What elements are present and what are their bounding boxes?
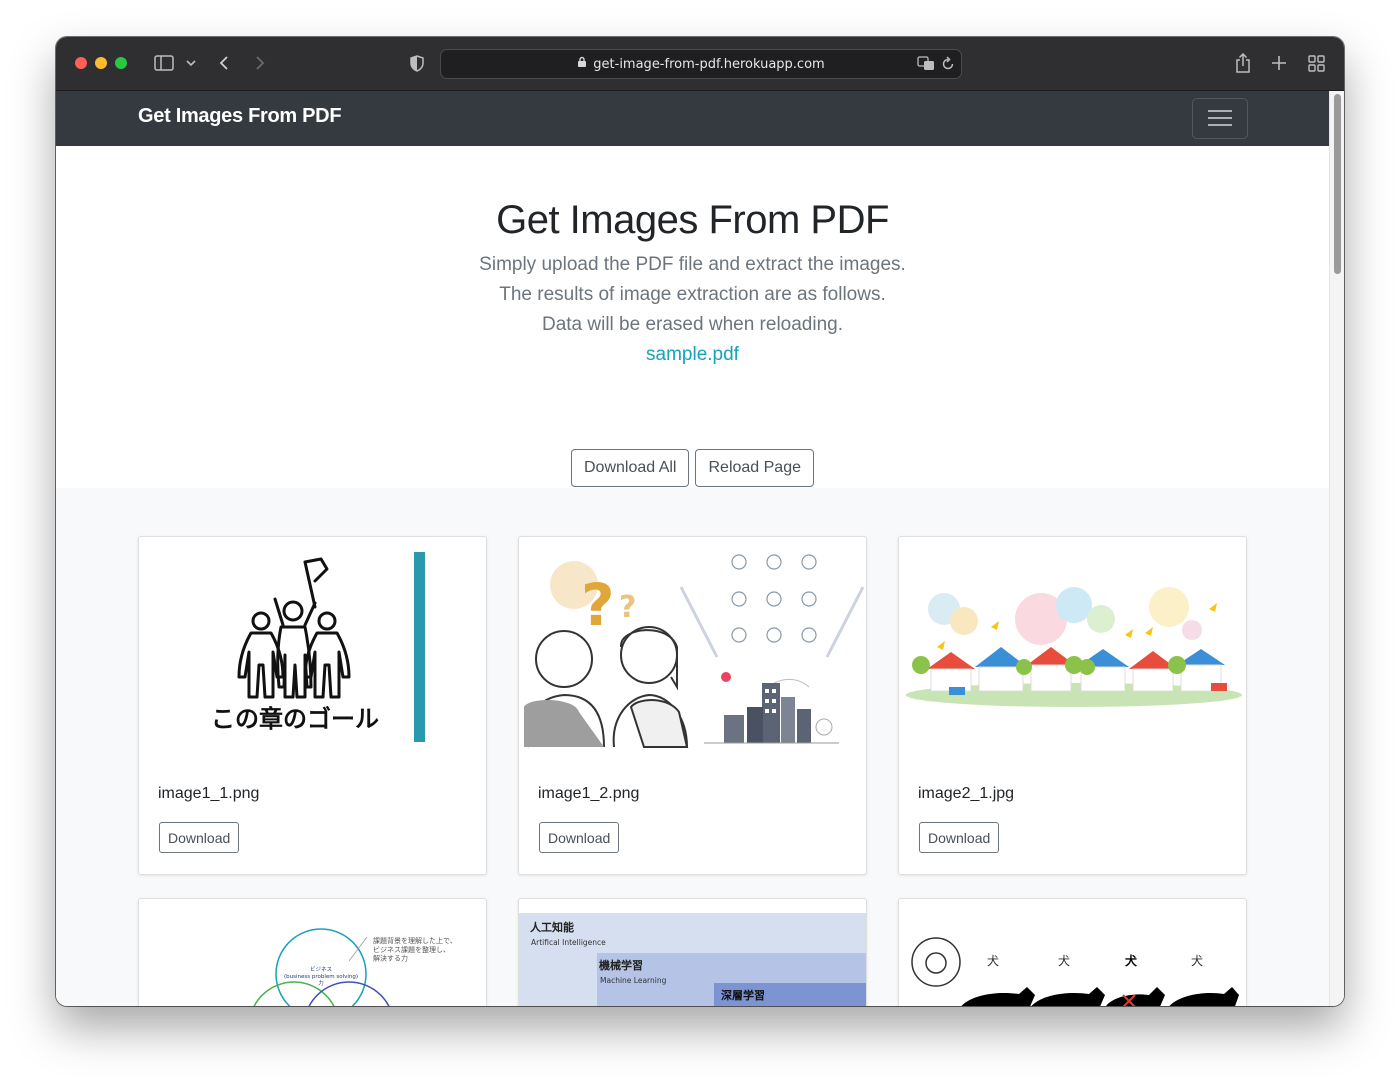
share-icon[interactable] [1232, 51, 1254, 75]
dog-label: 犬 [1125, 953, 1138, 968]
image-gallery: この章のゴール image1_1.png Download ? ? image1… [56, 488, 1329, 1006]
lead-text: Simply upload the PDF file and extract t… [479, 254, 906, 275]
chevron-down-icon[interactable] [185, 51, 197, 75]
ai-sublabel: Artifical Intelligence [531, 938, 606, 947]
translate-icon[interactable] [917, 56, 935, 76]
hamburger-icon [1208, 110, 1232, 112]
privacy-shield-icon[interactable] [408, 51, 426, 75]
dog-label: 犬 [1058, 954, 1070, 968]
zoom-window-button[interactable] [115, 57, 127, 69]
forward-icon[interactable] [252, 51, 268, 75]
page-title: Get Images From PDF [496, 198, 889, 242]
image-thumbnail[interactable]: ビジネス(business problem solving)力 課題背景を理解し… [139, 899, 486, 1006]
image-filename: image1_1.png [158, 785, 260, 802]
venn-note: 課題背景を理解した上で、ビジネス課題を整理し、解決する力 [373, 936, 457, 963]
address-bar[interactable]: get-image-from-pdf.herokuapp.com [440, 49, 962, 79]
ml-label: 機械学習 [599, 958, 643, 972]
browser-window: get-image-from-pdf.herokuapp.com Get Ima… [56, 37, 1344, 1006]
brain-icon [925, 952, 947, 974]
image-card: ? ? image1_2.png Download [518, 536, 867, 875]
download-button[interactable]: Download [159, 822, 240, 853]
browser-toolbar: get-image-from-pdf.herokuapp.com [56, 37, 1344, 91]
download-all-button[interactable]: Download All [570, 449, 690, 487]
download-button[interactable]: Download [539, 822, 620, 853]
image-caption-text: この章のゴール [211, 705, 379, 733]
tab-overview-icon[interactable] [1306, 51, 1326, 75]
lead-text: Data will be erased when reloading. [541, 314, 843, 335]
navbar-brand[interactable]: Get Images From PDF [138, 105, 342, 128]
reload-icon[interactable] [941, 56, 955, 76]
image-thumbnail[interactable]: 人工知能 Artifical Intelligence 機械学習 Machine… [519, 899, 866, 1006]
ml-sublabel: Machine Learning [600, 976, 667, 985]
venn-label: ビジネス(business problem solving)力 [284, 965, 358, 987]
svg-text:?: ? [619, 590, 636, 625]
image-card: image2_1.jpg Download [898, 536, 1247, 875]
site-navbar: Get Images From PDF [56, 91, 1329, 146]
image-card: ビジネス(business problem solving)力 課題背景を理解し… [138, 898, 487, 1006]
dog-label: 犬 [987, 954, 999, 968]
dog-label: 犬 [1191, 954, 1203, 968]
question-mark-icon: ? [581, 571, 615, 639]
image-card: この章のゴール image1_1.png Download [138, 536, 487, 875]
minimize-window-button[interactable] [95, 57, 107, 69]
image-thumbnail[interactable]: この章のゴール [139, 537, 486, 762]
page-viewport: Get Images From PDF Get Images From PDF … [56, 91, 1344, 1006]
image-thumbnail[interactable] [899, 537, 1246, 762]
image-card: 人工知能 Artifical Intelligence 機械学習 Machine… [518, 898, 867, 1006]
url-text: get-image-from-pdf.herokuapp.com [593, 56, 825, 72]
image-filename: image2_1.jpg [918, 785, 1015, 802]
sidebar-icon[interactable] [152, 51, 176, 75]
navbar-toggler-button[interactable] [1192, 98, 1248, 139]
scrollbar-thumb[interactable] [1334, 94, 1341, 274]
reload-page-button[interactable]: Reload Page [695, 449, 814, 487]
image-card: 犬 犬 犬 犬 [898, 898, 1247, 1006]
hero-section: Get Images From PDF Simply upload the PD… [56, 146, 1329, 488]
image-thumbnail[interactable]: ? ? [519, 537, 866, 762]
ai-label: 人工知能 [530, 920, 574, 934]
new-tab-icon[interactable] [1269, 51, 1289, 75]
close-window-button[interactable] [75, 57, 87, 69]
pdf-file-link[interactable]: sample.pdf [56, 344, 1329, 366]
dl-label: 深層学習 [721, 988, 765, 1002]
page-scrollbar[interactable] [1329, 91, 1344, 1006]
back-icon[interactable] [216, 51, 232, 75]
image-filename: image1_2.png [538, 785, 640, 802]
lead-text: The results of image extraction are as f… [499, 284, 886, 305]
lock-icon [577, 56, 587, 72]
image-thumbnail[interactable]: 犬 犬 犬 犬 [899, 899, 1246, 1006]
download-button[interactable]: Download [919, 822, 1000, 853]
